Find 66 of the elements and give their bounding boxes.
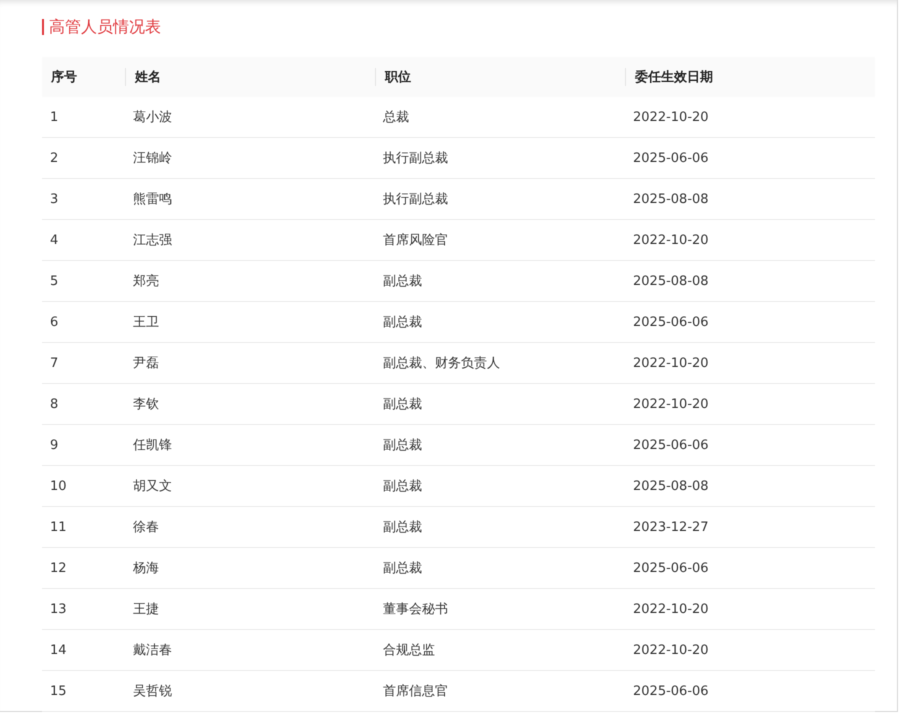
table-cell: 2022-10-20 [625, 384, 875, 424]
table-cell: 2022-10-20 [625, 220, 875, 260]
table-cell: 副总裁、财务负责人 [375, 342, 625, 384]
table-cell: 11 [42, 506, 125, 548]
table-cell: 2023-12-27 [625, 506, 875, 548]
table-cell: 6 [42, 302, 125, 342]
table-cell: 副总裁 [375, 260, 625, 302]
table-cell: 熊雷鸣 [125, 178, 375, 220]
table-cell: 12 [42, 548, 125, 588]
table-cell: 2025-06-06 [625, 302, 875, 342]
column-header: 委任生效日期 [625, 57, 875, 97]
table-cell: 2025-06-06 [625, 138, 875, 178]
section-title: 高管人员情况表 [49, 16, 161, 38]
table-cell: 2022-10-20 [625, 97, 875, 138]
table-cell: 合规总监 [375, 630, 625, 670]
table-cell: 4 [42, 220, 125, 260]
column-header: 职位 [375, 57, 625, 97]
table-cell: 2025-08-08 [625, 178, 875, 220]
table-cell: 任凯锋 [125, 424, 375, 466]
table-cell: 2025-08-08 [625, 260, 875, 302]
table-cell: 王卫 [125, 302, 375, 342]
table-cell: 2025-06-06 [625, 548, 875, 588]
table-cell: 2025-06-06 [625, 424, 875, 466]
table-cell: 吴哲锐 [125, 670, 375, 712]
table-cell: 2 [42, 138, 125, 178]
table-cell: 13 [42, 588, 125, 630]
table-cell: 首席信息官 [375, 670, 625, 712]
table-cell: 8 [42, 384, 125, 424]
table-cell: 2025-06-06 [625, 670, 875, 712]
table-cell: 2022-10-20 [625, 342, 875, 384]
table-cell: 杨海 [125, 548, 375, 588]
table-cell: 执行副总裁 [375, 138, 625, 178]
table-cell: 10 [42, 466, 125, 506]
table-cell: 戴洁春 [125, 630, 375, 670]
table-cell: 董事会秘书 [375, 588, 625, 630]
table-cell: 徐春 [125, 506, 375, 548]
table-cell: 李钦 [125, 384, 375, 424]
title-marker [42, 19, 44, 35]
table-cell: 汪锦岭 [125, 138, 375, 178]
table-cell: 尹磊 [125, 342, 375, 384]
column-header: 序号 [42, 57, 125, 97]
table-cell: 副总裁 [375, 424, 625, 466]
table-cell: 3 [42, 178, 125, 220]
table-cell: 郑亮 [125, 260, 375, 302]
table-cell: 副总裁 [375, 384, 625, 424]
table-cell: 7 [42, 342, 125, 384]
table-cell: 副总裁 [375, 302, 625, 342]
table-cell: 执行副总裁 [375, 178, 625, 220]
table-cell: 副总裁 [375, 506, 625, 548]
table-cell: 胡又文 [125, 466, 375, 506]
column-header: 姓名 [125, 57, 375, 97]
table-cell: 15 [42, 670, 125, 712]
table-cell: 葛小波 [125, 97, 375, 138]
table-cell: 5 [42, 260, 125, 302]
table-cell: 2022-10-20 [625, 588, 875, 630]
table-cell: 副总裁 [375, 548, 625, 588]
table-cell: 江志强 [125, 220, 375, 260]
table-cell: 2022-10-20 [625, 630, 875, 670]
table-cell: 9 [42, 424, 125, 466]
table-cell: 总裁 [375, 97, 625, 138]
table-cell: 副总裁 [375, 466, 625, 506]
table-cell: 2025-08-08 [625, 466, 875, 506]
table-cell: 1 [42, 97, 125, 138]
table-cell: 首席风险官 [375, 220, 625, 260]
table-cell: 王捷 [125, 588, 375, 630]
table-cell: 14 [42, 630, 125, 670]
